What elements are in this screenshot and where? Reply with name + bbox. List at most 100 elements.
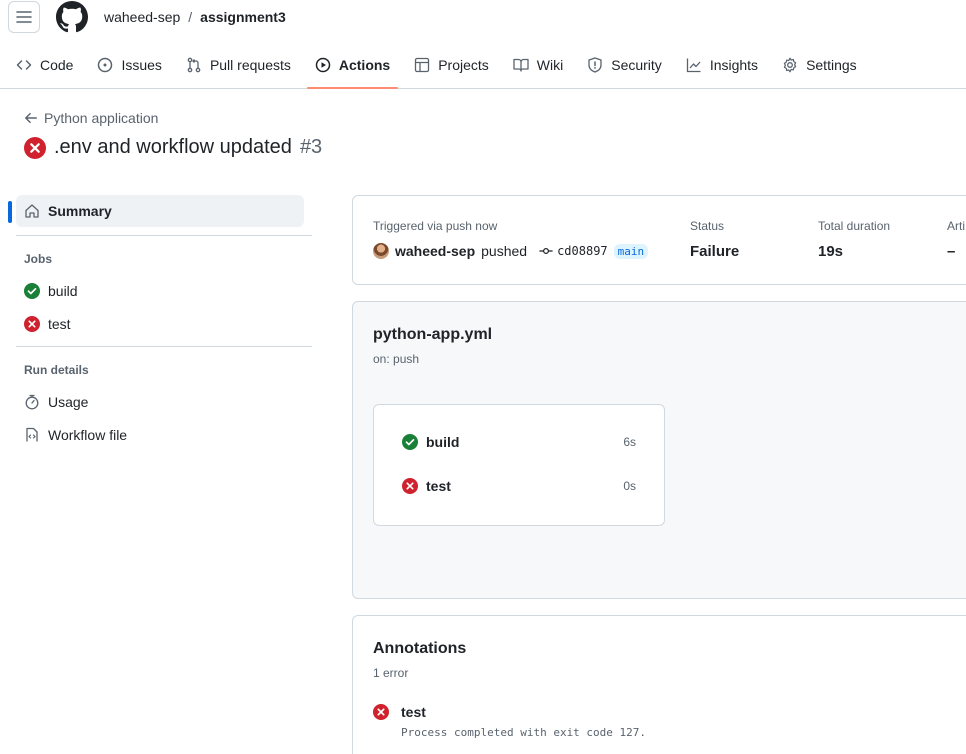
run-number: #3	[299, 136, 323, 158]
status-value: Failure	[690, 243, 740, 260]
sidebar-job-test[interactable]: test	[8, 307, 312, 340]
breadcrumb: waheed-sep / assignment3	[104, 9, 286, 25]
breadcrumb-separator: /	[188, 9, 193, 25]
actor-link[interactable]: waheed-sep	[395, 243, 475, 259]
check-circle-fill-icon	[402, 434, 418, 450]
issue-opened-icon	[98, 57, 113, 73]
tab-wiki[interactable]: Wiki	[505, 48, 571, 82]
github-logo-icon[interactable]	[56, 1, 88, 33]
x-circle-fill-icon	[24, 315, 40, 332]
status-label: Status	[690, 219, 725, 233]
artifacts-value: –	[947, 243, 956, 260]
tab-issues[interactable]: Issues	[89, 48, 169, 82]
artifacts-label: Arti	[947, 219, 965, 233]
x-circle-fill-icon	[402, 478, 418, 494]
status-info: Status Failure	[690, 219, 739, 260]
sidebar-item-label: Workflow file	[48, 426, 128, 443]
sidebar-item-workflow-file[interactable]: Workflow file	[8, 418, 312, 451]
tab-code[interactable]: Code	[8, 48, 81, 82]
page-title: .env and workflow updated #3	[24, 136, 322, 159]
arrow-left-icon	[25, 112, 37, 124]
jobs-heading: Jobs	[24, 252, 53, 266]
annotations-count: 1 error	[373, 666, 409, 680]
action-text: pushed	[481, 243, 528, 259]
git-pull-request-icon	[187, 57, 201, 73]
sidebar-item-label: Summary	[48, 203, 112, 219]
job-label: build	[426, 434, 460, 450]
artifacts-info: Arti –	[947, 219, 965, 260]
tab-label: Settings	[806, 57, 857, 73]
job-group: build 6s test 0s	[373, 404, 665, 526]
check-circle-fill-icon	[24, 282, 40, 299]
play-icon	[315, 57, 331, 73]
workflow-file-name[interactable]: python-app.yml	[373, 326, 492, 344]
commit-sha-link[interactable]: cd08897	[539, 244, 608, 258]
tab-label: Issues	[121, 57, 162, 73]
x-circle-fill-icon	[373, 704, 389, 720]
book-icon	[513, 58, 529, 72]
workflow-trigger: on: push	[373, 352, 420, 366]
back-link-label: Python application	[44, 110, 159, 126]
sidebar-item-summary[interactable]: Summary	[8, 195, 304, 227]
shield-icon	[588, 57, 602, 73]
git-commit-icon	[539, 248, 553, 254]
stopwatch-icon	[25, 394, 39, 409]
tab-label: Insights	[709, 57, 759, 73]
tab-label: Projects	[438, 57, 489, 73]
annotation-message: Process completed with exit code 127.	[401, 726, 647, 739]
branch-badge[interactable]: main	[613, 243, 649, 259]
graph-icon	[686, 58, 701, 73]
tab-actions[interactable]: Actions	[306, 48, 399, 89]
tab-label: Wiki	[536, 57, 564, 73]
sidebar-job-build[interactable]: build	[8, 274, 312, 307]
job-duration: 0s	[623, 479, 636, 493]
annotations-card: Annotations 1 error test Process complet…	[352, 615, 966, 754]
tab-pull-requests[interactable]: Pull requests	[178, 48, 299, 82]
annotation-job[interactable]: test	[401, 704, 646, 720]
duration-info: Total duration 19s	[818, 219, 890, 260]
workflow-header: python-app.yml on: push	[373, 326, 492, 366]
annotation-body: test Process completed with exit code 12…	[401, 704, 646, 739]
tab-settings[interactable]: Settings	[774, 48, 865, 82]
graph-job-build[interactable]: build 6s	[402, 434, 636, 450]
tab-security[interactable]: Security	[579, 48, 670, 82]
sidebar-item-label: Usage	[48, 393, 89, 410]
back-to-workflow-link[interactable]: Python application	[24, 110, 158, 126]
hamburger-icon	[16, 11, 32, 23]
x-circle-fill-icon	[24, 136, 46, 159]
tab-label: Code	[40, 57, 74, 73]
graph-job-test[interactable]: test 0s	[402, 478, 636, 494]
annotation-item[interactable]: test Process completed with exit code 12…	[373, 704, 646, 739]
sidebar-item-label: build	[48, 282, 78, 299]
file-code-icon	[26, 427, 38, 441]
tab-label: Security	[611, 57, 662, 73]
home-icon	[25, 204, 39, 218]
duration-value: 19s	[818, 243, 844, 260]
tab-insights[interactable]: Insights	[678, 48, 766, 82]
duration-label: Total duration	[818, 219, 891, 233]
workflow-graph-card: python-app.yml on: push build 6s test 0s	[352, 301, 966, 599]
commit-sha: cd08897	[557, 244, 608, 258]
run-details-heading: Run details	[24, 363, 89, 377]
tab-label: Pull requests	[209, 57, 291, 73]
menu-button[interactable]	[8, 1, 40, 33]
sidebar-item-label: test	[48, 315, 71, 332]
annotations-title: Annotations	[373, 640, 467, 657]
code-icon	[16, 60, 32, 70]
trigger-label: Triggered via push now	[373, 219, 498, 233]
tab-projects[interactable]: Projects	[406, 48, 497, 82]
owner-link[interactable]: waheed-sep	[104, 9, 180, 25]
run-sidebar: Summary Jobs build test Run details Usag…	[8, 195, 312, 451]
repo-nav: Code Issues Pull requests Actions Projec…	[0, 48, 966, 89]
table-icon	[415, 57, 430, 73]
repo-link[interactable]: assignment3	[200, 9, 286, 25]
avatar[interactable]	[373, 243, 389, 259]
annotations-header: Annotations 1 error	[373, 640, 466, 680]
gear-icon	[783, 57, 797, 73]
sidebar-item-usage[interactable]: Usage	[8, 385, 312, 418]
trigger-detail: waheed-sep pushed cd08897 main	[373, 243, 649, 259]
job-duration: 6s	[623, 435, 636, 449]
job-label: test	[426, 478, 451, 494]
global-header: waheed-sep / assignment3	[0, 0, 966, 40]
tab-label: Actions	[338, 57, 391, 73]
